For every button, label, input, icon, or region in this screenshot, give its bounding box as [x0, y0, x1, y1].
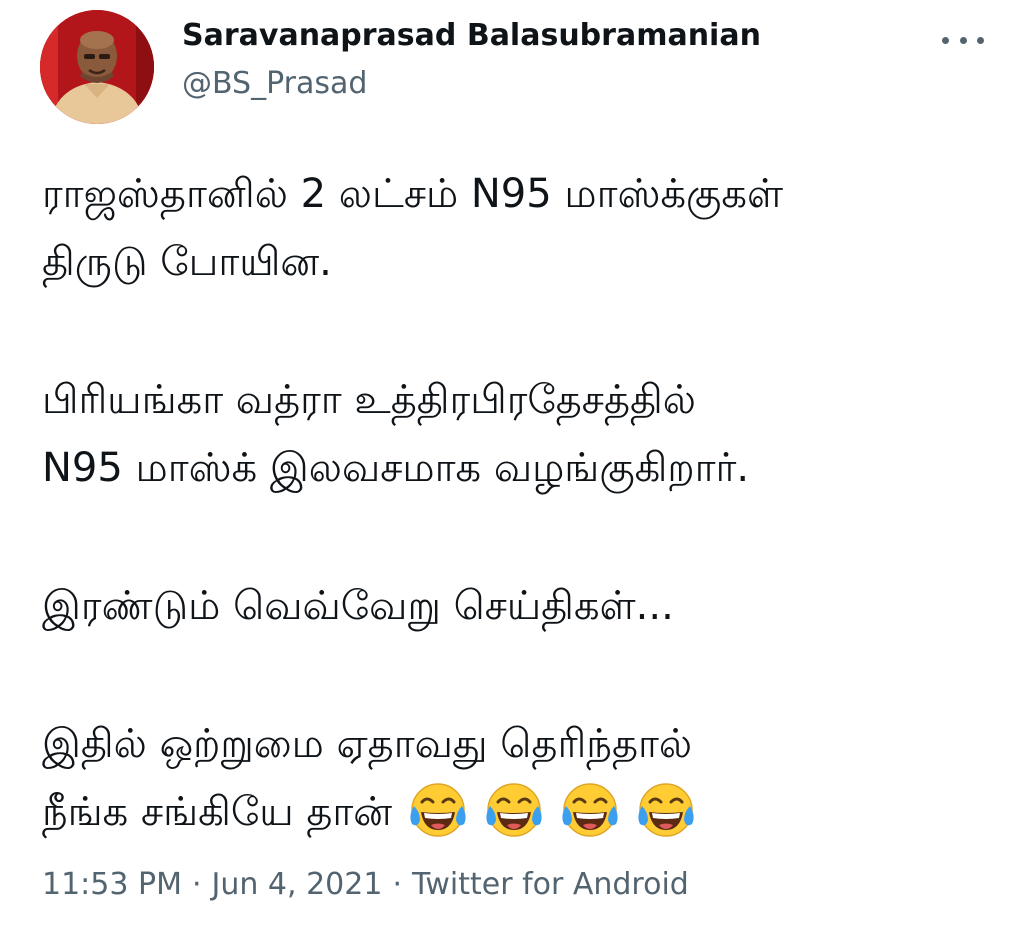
- tweet-line: திருடு போயின.: [42, 239, 332, 285]
- tweet-line: ராஜஸ்தானில் 2 லட்சம் N95 மாஸ்க்குகள்: [42, 171, 784, 217]
- meta-separator: ·: [191, 867, 202, 902]
- tweet-line: இதில் ஒற்றுமை ஏதாவது தெரிந்தால்: [42, 721, 693, 767]
- profile-photo-avatar: [40, 10, 154, 124]
- more-options-button[interactable]: [936, 20, 990, 60]
- emoji-row: [406, 778, 698, 842]
- face-with-tears-of-joy-icon: [562, 783, 618, 837]
- tweet-paragraph: பிரியங்கா வத்ரா உத்திரபிரதேசத்தில் N95 ம…: [42, 366, 1002, 502]
- tweet-card: Saravanaprasad Balasubramanian @BS_Prasa…: [0, 0, 1024, 946]
- more-horizontal-icon-dot: [959, 36, 967, 44]
- tweet-line: N95 மாஸ்க் இலவசமாக வழங்குகிறார்.: [42, 445, 750, 491]
- face-with-tears-of-joy-icon: [486, 783, 542, 837]
- tweet-text: ராஜஸ்தானில் 2 லட்சம் N95 மாஸ்க்குகள் திர…: [42, 160, 1002, 916]
- tweet-paragraph: இரண்டும் வெவ்வேறு செய்திகள்...: [42, 572, 1002, 640]
- author-display-name[interactable]: Saravanaprasad Balasubramanian: [182, 14, 761, 58]
- face-with-tears-of-joy-icon: [410, 783, 466, 837]
- more-horizontal-icon-dot: [977, 36, 984, 44]
- more-horizontal-icon: [942, 36, 949, 44]
- tweet-metadata: 11:53 PM · Jun 4, 2021 · Twitter for Android: [42, 862, 689, 908]
- avatar[interactable]: [40, 10, 154, 124]
- tweet-line: இரண்டும் வெவ்வேறு செய்திகள்...: [42, 583, 674, 629]
- tweet-paragraph: இதில் ஒற்றுமை ஏதாவது தெரிந்தால் நீங்க சங…: [42, 710, 1002, 846]
- face-with-tears-of-joy-icon: [638, 783, 694, 837]
- tweet-line: நீங்க சங்கியே தான்: [42, 789, 393, 835]
- tweet-paragraph: ராஜஸ்தானில் 2 லட்சம் N95 மாஸ்க்குகள் திர…: [42, 160, 1002, 296]
- tweet-line: பிரியங்கா வத்ரா உத்திரபிரதேசத்தில்: [42, 377, 696, 423]
- tweet-line-with-emoji: நீங்க சங்கியே தான்: [42, 778, 1002, 846]
- author-handle[interactable]: @BS_Prasad: [182, 62, 367, 106]
- tweet-date[interactable]: Jun 4, 2021: [212, 867, 383, 902]
- tweet-source[interactable]: Twitter for Android: [412, 867, 689, 902]
- tweet-time[interactable]: 11:53 PM: [42, 867, 182, 902]
- meta-separator: ·: [392, 867, 402, 902]
